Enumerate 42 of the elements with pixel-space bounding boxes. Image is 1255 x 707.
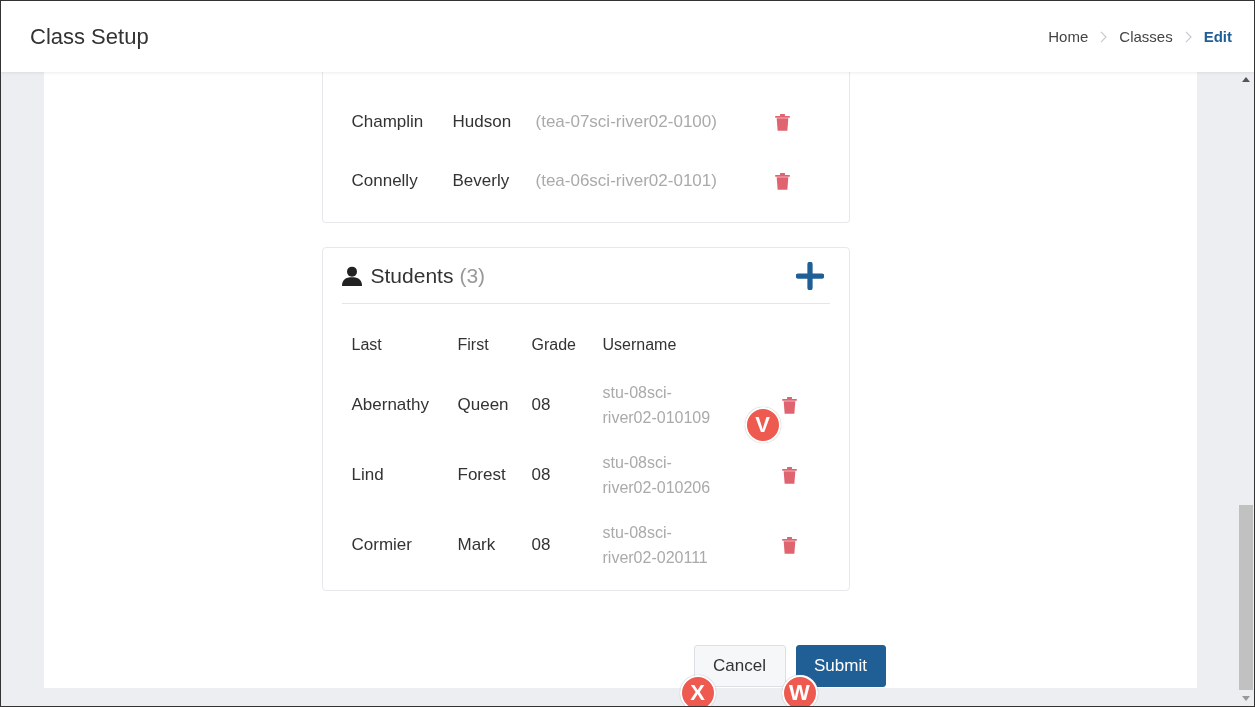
breadcrumb-link[interactable]: Home bbox=[1048, 28, 1089, 45]
column-header: First bbox=[457, 335, 490, 354]
column-header: Grade bbox=[531, 335, 577, 354]
page-title: Class Setup bbox=[30, 23, 149, 50]
chevron-icon bbox=[1184, 30, 1192, 43]
table-cell-text: stu-08sci-river02-020111 bbox=[602, 523, 709, 568]
callout-badge: W bbox=[781, 675, 818, 706]
table-cell-text: (tea-06sci-river02-0101) bbox=[535, 170, 718, 191]
person-icon bbox=[341, 265, 362, 286]
scroll-up-icon[interactable] bbox=[1242, 77, 1250, 82]
table-cell-text: stu-08sci-river02-010206 bbox=[602, 453, 712, 498]
table-cell-text: Connelly bbox=[351, 170, 419, 191]
callout-badge: X bbox=[679, 675, 716, 706]
table-cell-text: Mark bbox=[457, 535, 497, 555]
card-title: Students bbox=[370, 263, 454, 288]
table-cell-text: Lind bbox=[351, 465, 385, 485]
table-cell-text: 08 bbox=[531, 535, 552, 555]
trash-icon[interactable] bbox=[780, 535, 798, 555]
table-cell-text: Abernathy bbox=[351, 395, 430, 415]
trash-icon[interactable] bbox=[773, 111, 791, 132]
trash-icon[interactable] bbox=[773, 170, 791, 191]
table-cell-text: Hudson bbox=[452, 111, 513, 132]
table-cell-text: (tea-07sci-river02-0100) bbox=[535, 111, 718, 132]
column-header: Last bbox=[351, 335, 383, 354]
breadcrumb-link[interactable]: Classes bbox=[1119, 28, 1173, 45]
chevron-icon bbox=[1100, 30, 1108, 43]
table-cell-text: 08 bbox=[531, 395, 552, 415]
table-cell-text: Champlin bbox=[351, 111, 425, 132]
column-header: Username bbox=[602, 335, 678, 354]
table-cell-text: Cormier bbox=[351, 535, 413, 555]
table-cell-text: 08 bbox=[531, 465, 552, 485]
callout-badge: V bbox=[744, 407, 781, 443]
table-cell-text: stu-08sci-river02-010109 bbox=[602, 383, 712, 428]
table-cell-text: Beverly bbox=[452, 170, 511, 191]
scroll-down-icon[interactable] bbox=[1242, 696, 1250, 701]
table-cell-text: Queen bbox=[457, 395, 510, 415]
trash-icon[interactable] bbox=[780, 395, 798, 415]
trash-icon[interactable] bbox=[780, 465, 798, 485]
breadcrumb-link[interactable]: Edit bbox=[1203, 28, 1232, 45]
add-icon[interactable] bbox=[795, 261, 824, 290]
table-cell-text: Forest bbox=[457, 465, 507, 485]
student-count: (3) bbox=[459, 263, 486, 288]
